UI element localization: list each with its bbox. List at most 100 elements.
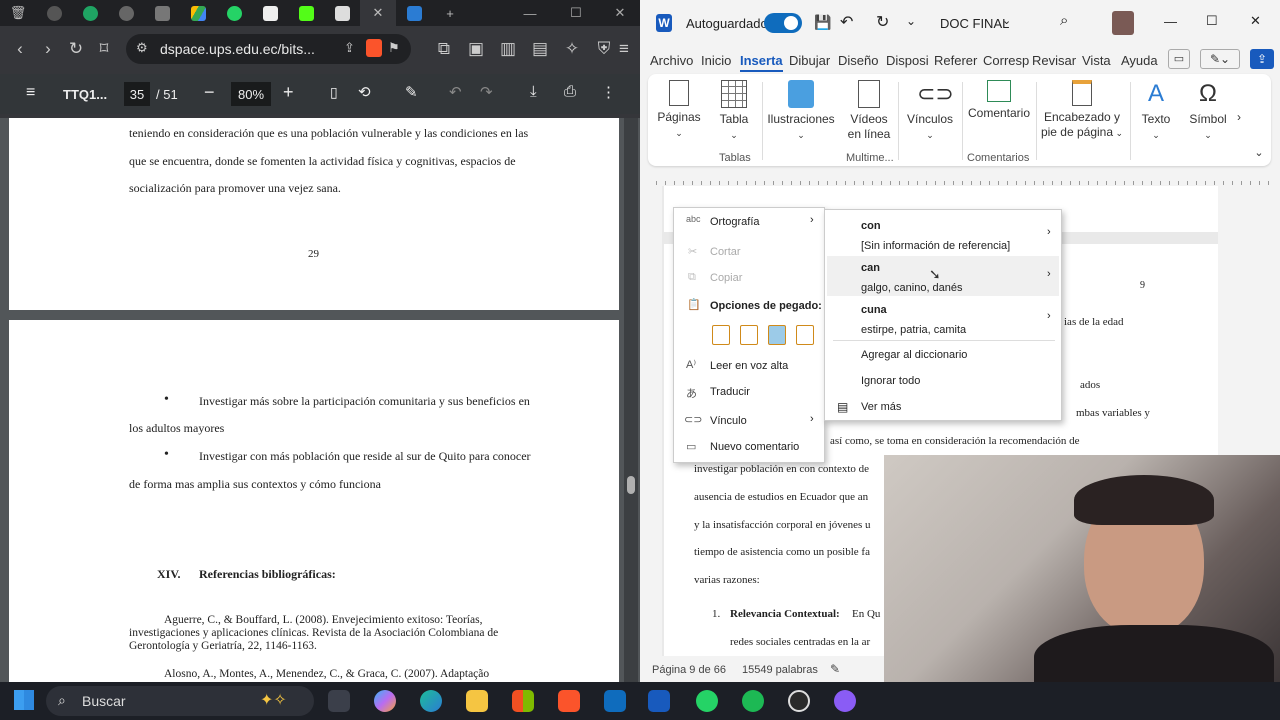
leo-ai-icon[interactable]: ✧ bbox=[558, 35, 586, 63]
close-icon[interactable]: ✕ bbox=[360, 0, 396, 26]
videos-en-linea-button[interactable]: Vídeos en línea bbox=[844, 80, 894, 142]
tab-correspondencia[interactable]: Corresp bbox=[983, 53, 1029, 68]
tab-revisar[interactable]: Revisar bbox=[1032, 53, 1076, 68]
tab-disposicion[interactable]: Disposi bbox=[886, 53, 929, 68]
app-icon[interactable] bbox=[834, 690, 856, 712]
suggestion-can[interactable]: can bbox=[861, 262, 880, 274]
encabezado-button[interactable]: Encabezado y pie de página ⌄ bbox=[1040, 80, 1124, 141]
paste-merge-format-icon[interactable] bbox=[740, 325, 758, 345]
tab-icon-5[interactable] bbox=[144, 0, 180, 26]
zoom-out-icon[interactable]: − bbox=[204, 82, 215, 103]
screenshot-icon[interactable]: ▣ bbox=[462, 35, 490, 63]
menu-item-copiar[interactable]: Copiar bbox=[710, 272, 742, 284]
address-bar[interactable]: ⚙ dspace.ups.edu.ec/bits... ⇪ ⚑ bbox=[126, 34, 411, 64]
rotate-icon[interactable]: ⟲ bbox=[358, 83, 371, 101]
menu-item-ortografia[interactable]: Ortografía bbox=[710, 216, 760, 228]
reload-icon[interactable]: ↻ bbox=[62, 35, 90, 63]
pdf-viewer[interactable]: teniendo en consideración que es una pob… bbox=[0, 118, 640, 682]
brave-shield-icon[interactable] bbox=[366, 39, 382, 57]
bookmark-icon[interactable]: ⌑ bbox=[90, 35, 118, 63]
vinculos-button[interactable]: ⊂⊃ Vínculos ⌄ bbox=[902, 80, 958, 143]
proofing-icon[interactable]: ✎ bbox=[830, 662, 840, 676]
microsoft-store-icon[interactable] bbox=[512, 690, 534, 712]
zoom-input[interactable]: 80% bbox=[231, 82, 271, 106]
menu-icon[interactable]: ≡ bbox=[26, 84, 35, 102]
fit-page-icon[interactable]: ▯ bbox=[330, 84, 338, 101]
forward-icon[interactable]: › bbox=[34, 35, 62, 63]
quick-access-menu-icon[interactable]: ⌄ bbox=[906, 14, 916, 28]
rewards-icon[interactable]: ⚑ bbox=[388, 40, 400, 56]
tab-inicio[interactable]: Inicio bbox=[701, 53, 731, 68]
kick-icon[interactable] bbox=[288, 0, 324, 26]
suggestion-con[interactable]: con bbox=[861, 220, 881, 232]
menu-item-cortar[interactable]: Cortar bbox=[710, 246, 741, 258]
chevron-right-icon[interactable]: › bbox=[1047, 226, 1051, 238]
print-icon[interactable]: ⎙ bbox=[564, 83, 576, 100]
menu-item-agregar-diccionario[interactable]: Agregar al diccionario bbox=[861, 349, 967, 361]
save-icon[interactable]: 💾 bbox=[814, 14, 831, 31]
minimize-icon[interactable]: — bbox=[510, 0, 550, 26]
chevron-right-icon[interactable]: › bbox=[1232, 110, 1246, 125]
chevron-right-icon[interactable]: › bbox=[1047, 268, 1051, 280]
paste-text-only-icon[interactable] bbox=[796, 325, 814, 345]
task-view-icon[interactable] bbox=[328, 690, 350, 712]
suggestion-cuna[interactable]: cuna bbox=[861, 304, 887, 316]
annotate-icon[interactable]: ✎ bbox=[405, 83, 418, 101]
copilot-icon[interactable] bbox=[374, 690, 396, 712]
tab-inserta[interactable]: Inserta bbox=[740, 53, 783, 72]
autosave-toggle[interactable] bbox=[764, 13, 802, 33]
document-title[interactable]: DOC FINAL bbox=[940, 16, 1009, 31]
chevron-right-icon[interactable]: › bbox=[1047, 310, 1051, 322]
site-info-icon[interactable]: ⚙ bbox=[136, 40, 148, 56]
spotify-icon[interactable] bbox=[742, 690, 764, 712]
tab-vista[interactable]: Vista bbox=[1082, 53, 1111, 68]
window-close-icon[interactable]: ✕ bbox=[600, 0, 640, 26]
menu-item-ignorar-todo[interactable]: Ignorar todo bbox=[861, 375, 920, 387]
word-count[interactable]: 15549 palabras bbox=[742, 664, 818, 676]
windows-start-icon[interactable] bbox=[14, 690, 34, 710]
comments-icon[interactable]: ▭ bbox=[1168, 49, 1190, 69]
google-drive-icon[interactable] bbox=[180, 0, 216, 26]
whatsapp-icon[interactable] bbox=[216, 0, 252, 26]
tab-icon-10[interactable] bbox=[324, 0, 360, 26]
whatsapp-icon[interactable] bbox=[696, 690, 718, 712]
tab-icon-8[interactable] bbox=[252, 0, 288, 26]
sidebar-icon[interactable]: ▥ bbox=[494, 35, 522, 63]
extensions-icon[interactable]: ⧉ bbox=[430, 35, 458, 63]
texto-button[interactable]: A Texto ⌄ bbox=[1134, 80, 1178, 143]
expand-ribbon-icon[interactable]: ⌄ bbox=[1252, 146, 1266, 161]
redo-icon[interactable]: ↻ bbox=[876, 12, 889, 32]
menu-icon[interactable]: ≡ bbox=[610, 35, 638, 63]
tab-dibujar[interactable]: Dibujar bbox=[789, 53, 830, 68]
editing-mode-icon[interactable]: ✎⌄ bbox=[1200, 49, 1240, 69]
share-icon[interactable]: ⇪ bbox=[344, 40, 355, 56]
word-icon[interactable] bbox=[648, 690, 670, 712]
wallet-icon[interactable]: ▤ bbox=[526, 35, 554, 63]
page-number-input[interactable]: 35 bbox=[124, 82, 150, 106]
outlook-icon[interactable] bbox=[604, 690, 626, 712]
back-icon[interactable]: ‹ bbox=[6, 35, 34, 63]
brave-icon[interactable] bbox=[558, 690, 580, 712]
tab-icon-3[interactable] bbox=[72, 0, 108, 26]
page-count[interactable]: Página 9 de 66 bbox=[652, 664, 726, 676]
paginas-button[interactable]: Páginas ⌄ bbox=[652, 80, 706, 141]
more-icon[interactable]: ⋮ bbox=[601, 83, 616, 101]
redo-icon[interactable]: ↷ bbox=[480, 83, 493, 101]
ilustraciones-button[interactable]: Ilustraciones ⌄ bbox=[766, 80, 836, 143]
menu-item-nuevo-comentario[interactable]: Nuevo comentario bbox=[710, 441, 799, 453]
tab-icon-4[interactable] bbox=[108, 0, 144, 26]
zoom-in-icon[interactable]: + bbox=[283, 82, 294, 103]
simbolos-button[interactable]: Ω Símbol ⌄ bbox=[1186, 80, 1230, 143]
pdf-scrollbar[interactable] bbox=[624, 118, 638, 682]
menu-item-ver-mas[interactable]: Ver más bbox=[861, 401, 901, 413]
file-explorer-icon[interactable] bbox=[466, 690, 488, 712]
undo-icon[interactable]: ↶ bbox=[840, 12, 853, 32]
trash-icon[interactable]: 🗑 bbox=[0, 0, 36, 26]
new-tab-icon[interactable]: + bbox=[432, 0, 468, 26]
chevron-down-icon[interactable]: ⌄ bbox=[1002, 14, 1011, 27]
minimize-icon[interactable]: — bbox=[1164, 14, 1177, 29]
tab-referencias[interactable]: Referer bbox=[934, 53, 977, 68]
tab-diseno[interactable]: Diseño bbox=[838, 53, 878, 68]
avatar[interactable] bbox=[1112, 11, 1134, 35]
tab-archivo[interactable]: Archivo bbox=[650, 53, 693, 68]
